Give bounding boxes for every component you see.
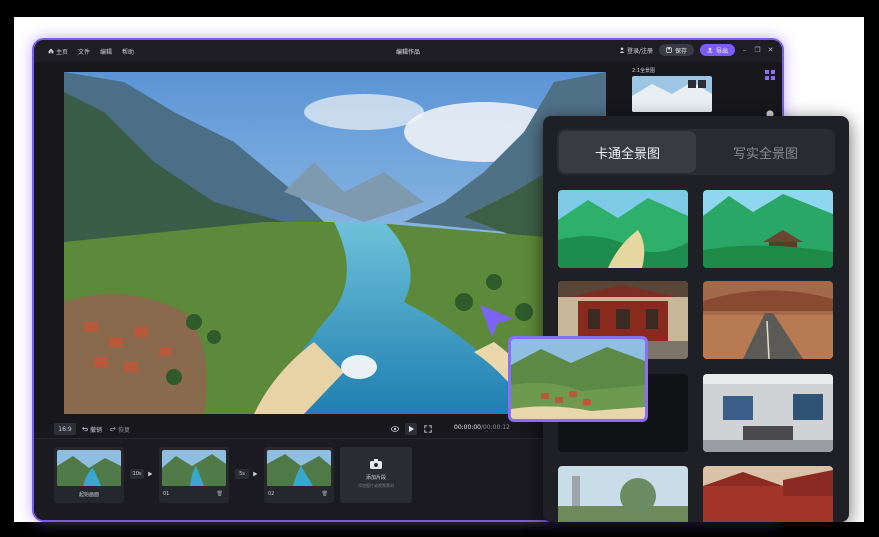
transition-play-icon [148,471,153,477]
menu-item-file[interactable]: 文件 [78,47,90,56]
eye-icon[interactable] [391,425,399,433]
panorama-thumbnail[interactable] [558,190,688,268]
clip-thumbnail [162,450,226,486]
panorama-thumbnail[interactable] [703,190,833,268]
clip-thumbnail [267,450,331,486]
panorama-library-panel: 卡通全景图 写实全景图 [543,116,849,522]
restore-icon[interactable]: ❐ [754,46,761,54]
timeline-clip[interactable]: 起始画面 [54,447,124,503]
user-icon [619,47,625,53]
dragging-thumbnail[interactable] [508,336,648,422]
menu-item-edit[interactable]: 编辑 [100,47,112,56]
clip-thumbnail [57,450,121,486]
delete-icon[interactable]: 🗑 [322,491,328,497]
tab-cartoon-panorama[interactable]: 卡通全景图 [559,131,696,173]
time-total: /00:00:12 [480,424,510,431]
redo-button[interactable]: 恢复 [110,425,130,434]
transition-play-icon [253,471,258,477]
menu-bar: 主页 文件 编辑 帮助 [34,47,134,56]
save-icon [666,47,672,53]
panorama-thumbnail[interactable] [703,374,833,452]
menu-item-help[interactable]: 帮助 [122,47,134,56]
panorama-type-tabs: 卡通全景图 写实全景图 [557,129,835,175]
upload-icon [707,47,713,53]
side-panel-thumbnail[interactable] [632,76,712,112]
pointer-cursor-icon [480,305,514,337]
time-current: 00:00:00 [454,424,481,431]
timeline-clip[interactable]: 01 🗑 [159,447,229,503]
close-icon[interactable]: ✕ [767,46,774,54]
timecode: 00:00:00/00:00:12 [454,424,510,431]
undo-icon [82,426,88,432]
panorama-thumbnail[interactable] [703,466,833,522]
transition-duration: 10s [130,469,144,479]
add-clip-button[interactable]: 添加片段 添加图片或视频素材 [340,447,412,503]
clip-label: 起始画面 [78,492,99,498]
transition-duration: 5s [235,469,249,479]
login-button[interactable]: 登录/注册 [619,46,653,55]
home-icon [48,48,54,54]
delete-icon[interactable]: 🗑 [217,491,223,497]
panorama-thumbnail[interactable] [558,466,688,522]
transition-item[interactable]: 5s [235,469,258,479]
add-clip-label: 添加片段 [365,475,386,481]
fullscreen-icon[interactable] [424,425,432,433]
save-button[interactable]: 保存 [658,44,694,56]
redo-icon [110,426,116,432]
undo-button[interactable]: 撤销 [82,425,102,434]
timeline-clip[interactable]: 02 🗑 [264,447,334,503]
camera-icon [370,459,382,469]
side-panel-title: 2:1全景图 [632,68,656,74]
title-bar-actions: 登录/注册 保存 导出 – ❐ ✕ [619,44,774,56]
tab-realistic-panorama[interactable]: 写实全景图 [696,129,835,175]
export-button[interactable]: 导出 [699,44,735,56]
play-icon[interactable] [405,423,417,435]
title-bar: 主页 文件 编辑 帮助 编辑作品 登录/注册 保存 导出 – ❐ ✕ [34,40,782,62]
menu-item-home[interactable]: 主页 [48,47,68,56]
minimize-icon[interactable]: – [741,46,748,54]
add-clip-hint: 添加图片或视频素材 [358,483,394,488]
transition-item[interactable]: 10s [130,469,153,479]
aspect-ratio-select[interactable]: 16:9 [54,423,76,435]
grid-icon[interactable] [765,70,775,80]
playback-controls: 16:9 撤销 恢复 00:00:00/00:00:12 [54,421,524,437]
panorama-thumbnail[interactable] [703,281,833,359]
